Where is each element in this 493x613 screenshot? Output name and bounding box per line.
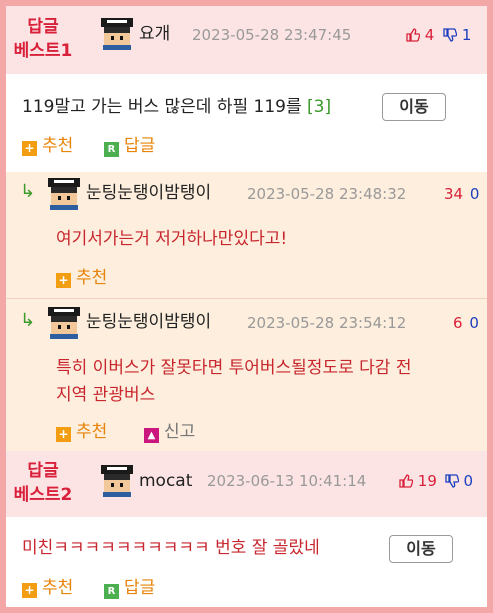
reply-text-line2: 지역 관광버스	[56, 385, 156, 405]
timestamp: 2023-05-28 23:48:32	[247, 185, 407, 203]
best-label: 답글 베스트2	[6, 459, 80, 507]
best-label-line1: 답글	[27, 461, 59, 481]
timestamp: 2023-05-28 23:54:12	[247, 314, 407, 332]
comment-list: 답글 베스트1 요개 2023-05-28 23:47:45 4 1 119말고…	[0, 0, 493, 613]
avatar[interactable]	[101, 465, 133, 497]
up-count: 6	[453, 314, 463, 332]
timestamp: 2023-05-28 23:47:45	[192, 26, 352, 44]
best-label-line2: 베스트1	[13, 41, 73, 61]
best-comment-1-body: 119말고 가는 버스 많은데 하필 119를 [3] 이동 + 추천 R 답글	[6, 74, 487, 172]
nickname[interactable]: 눈팅눈탱이밤탱이	[86, 181, 211, 205]
best-comment-1-header: 답글 베스트1 요개 2023-05-28 23:47:45 4 1	[6, 6, 487, 74]
reply-button[interactable]: R 답글	[104, 576, 155, 600]
thumb-down-icon[interactable]	[445, 474, 459, 488]
reply-button[interactable]: R 답글	[104, 134, 155, 158]
nickname[interactable]: 요개	[139, 22, 170, 46]
best-label: 답글 베스트1	[6, 15, 80, 63]
recommend-button[interactable]: + 추천	[56, 266, 107, 290]
up-count: 4	[424, 26, 435, 44]
report-icon: ▲	[144, 428, 159, 443]
recommend-button[interactable]: + 추천	[22, 134, 73, 158]
down-count: 0	[469, 314, 479, 332]
avatar[interactable]	[48, 307, 80, 339]
report-button[interactable]: ▲ 신고	[144, 420, 195, 444]
recommend-button[interactable]: + 추천	[22, 576, 73, 600]
down-count: 0	[469, 185, 480, 203]
vote-counts: 4 1	[406, 23, 471, 47]
down-count: 0	[463, 472, 473, 490]
best-comment-2-body: 미친ㅋㅋㅋㅋㅋㅋㅋㅋㅋㅋ 번호 잘 골랐네 이동 + 추천 R 답글	[6, 517, 487, 607]
vote-counts: 34 0	[444, 182, 479, 206]
thumb-up-icon[interactable]	[399, 474, 413, 488]
reply-text-line1: 특히 이버스가 잘못타면 투어버스될정도로 다감 전	[56, 358, 412, 378]
comment-text: 119말고 가는 버스 많은데 하필 119를 [3]	[22, 97, 332, 117]
avatar[interactable]	[48, 178, 80, 210]
vote-counts: 19 0	[399, 469, 473, 493]
best-comment-2-header: 답글 베스트2 mocat 2023-06-13 10:41:14 19 0	[6, 451, 487, 517]
plus-icon: +	[56, 273, 71, 288]
nickname[interactable]: mocat	[139, 469, 192, 493]
reply-text: 여기서가는거 저거하나만있다고!	[56, 229, 288, 249]
vote-counts: 6 0	[453, 311, 479, 335]
move-button[interactable]: 이동	[389, 535, 453, 563]
plus-icon: +	[22, 583, 37, 598]
move-button[interactable]: 이동	[382, 93, 446, 121]
comment-text: 미친ㅋㅋㅋㅋㅋㅋㅋㅋㅋㅋ 번호 잘 골랐네	[22, 538, 320, 558]
nickname[interactable]: 눈팅눈탱이밤탱이	[86, 310, 211, 334]
reply-2: ↳ 눈팅눈탱이밤탱이 2023-05-28 23:54:12 6 0 특히 이버…	[6, 299, 487, 451]
best-label-line2: 베스트2	[13, 485, 73, 505]
reply-1: ↳ 눈팅눈탱이밤탱이 2023-05-28 23:48:32 34 0 여기서가…	[6, 172, 487, 298]
reply-r-icon: R	[104, 584, 119, 599]
thumb-down-icon[interactable]	[443, 28, 458, 42]
plus-icon: +	[22, 141, 37, 156]
plus-icon: +	[56, 427, 71, 442]
down-count: 1	[461, 26, 472, 44]
avatar[interactable]	[101, 18, 133, 50]
recommend-button[interactable]: + 추천	[56, 420, 107, 444]
thumb-up-icon[interactable]	[406, 28, 420, 42]
reply-arrow-icon: ↳	[20, 310, 36, 331]
reply-count[interactable]: [3]	[307, 97, 331, 117]
best-label-line1: 답글	[27, 17, 59, 37]
up-count: 19	[417, 472, 437, 490]
timestamp: 2023-06-13 10:41:14	[207, 472, 367, 490]
reply-r-icon: R	[104, 142, 119, 157]
up-count: 34	[444, 185, 464, 203]
reply-arrow-icon: ↳	[20, 181, 36, 202]
